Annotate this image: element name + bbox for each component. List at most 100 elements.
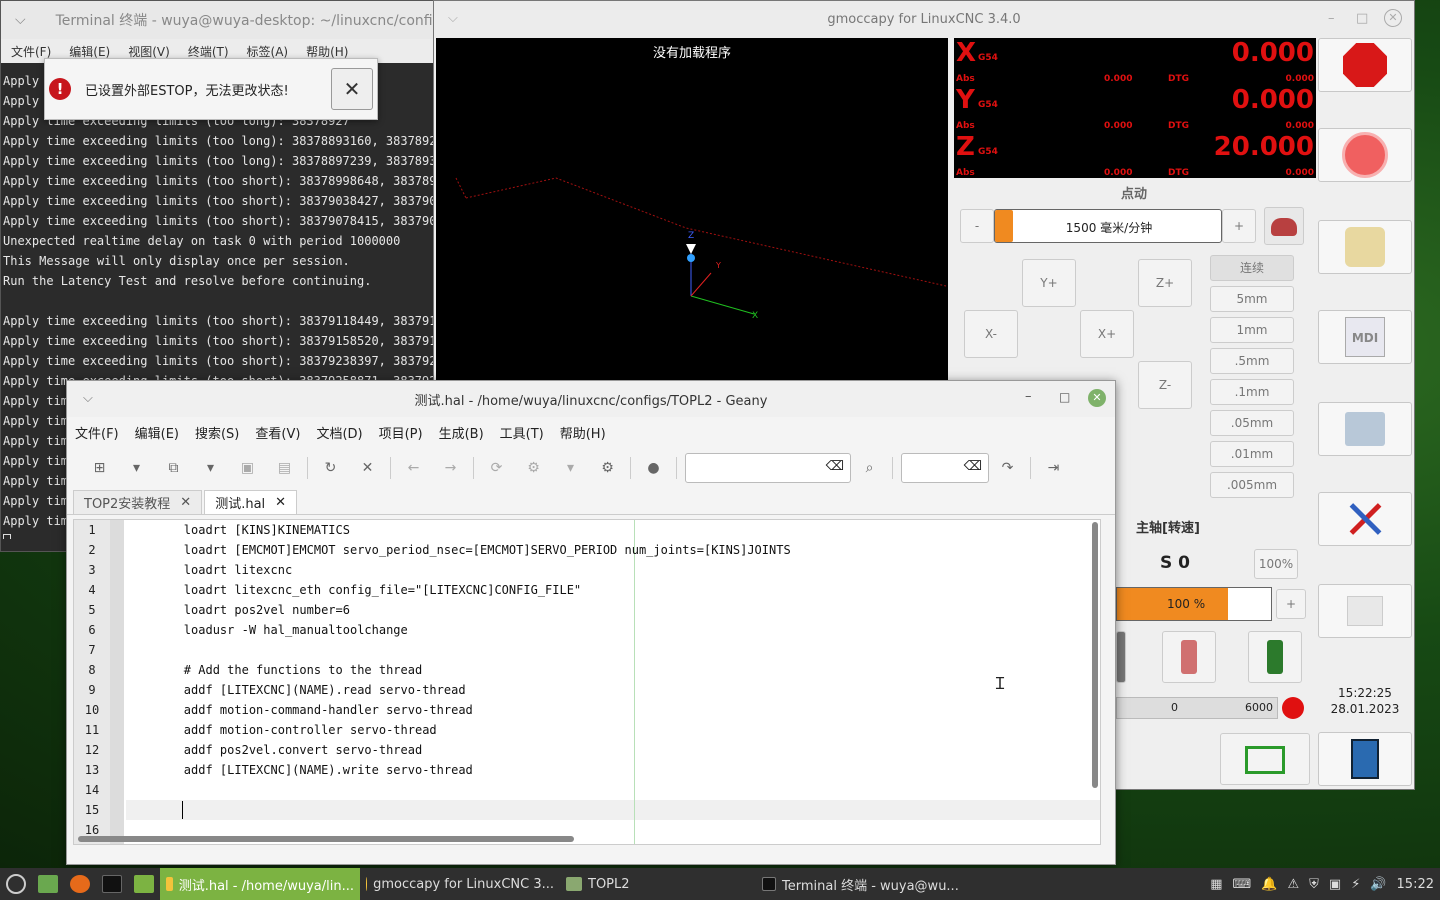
jog-speed-minus-button[interactable]: -	[960, 209, 994, 243]
jog-speed-slider[interactable]: 1500 毫米/分钟	[994, 209, 1222, 243]
chevron-down-icon[interactable]: ▾	[552, 460, 589, 476]
geany-menu-item[interactable]: 帮助(H)	[560, 423, 606, 442]
taskbar-clock[interactable]: 15:22	[1397, 877, 1434, 892]
run-icon[interactable]: ⚙	[589, 460, 626, 476]
compile-icon[interactable]: ⟳	[478, 460, 515, 476]
geany-menu-item[interactable]: 文档(D)	[316, 423, 362, 442]
dro-row-x[interactable]: X G54 0.000 Abs 0.000 DTG 0.000	[954, 38, 1316, 84]
clear-line-icon[interactable]: ⌫	[964, 459, 982, 474]
geany-menu-item[interactable]: 搜索(S)	[195, 423, 239, 442]
close-icon[interactable]: ✕	[1384, 9, 1402, 27]
code-line[interactable]: addf pos2vel.convert servo-thread	[126, 740, 791, 760]
terminal-titlebar[interactable]: ⌵ Terminal 终端 - wuya@wuya-desktop: ~/lin…	[1, 1, 435, 39]
close-icon[interactable]: ✕	[275, 495, 286, 510]
toolpath-preview[interactable]: 没有加载程序 Z X Y	[436, 38, 948, 384]
manual-mode-button[interactable]	[1318, 220, 1412, 274]
taskbar-item-gmoccapy[interactable]: gmoccapy for LinuxCNC 3...	[360, 868, 560, 900]
spindle-stop-button[interactable]	[1162, 631, 1216, 683]
dro-row-z[interactable]: Z G54 20.000 Abs 0.000 DTG 0.000	[954, 132, 1316, 178]
quit-icon[interactable]: ⇥	[1035, 460, 1072, 476]
terminal-menu-item[interactable]: 视图(V)	[128, 43, 170, 60]
spindle-ccw-button[interactable]	[1116, 631, 1126, 683]
increment-0-5mm[interactable]: .5mm	[1210, 348, 1294, 374]
close-file-icon[interactable]: ✕	[349, 460, 386, 476]
geany-menu-item[interactable]: 工具(T)	[500, 423, 544, 442]
code-line[interactable]: loadrt litexcnc	[126, 560, 791, 580]
code-line[interactable]	[126, 640, 791, 660]
chevron-down-icon[interactable]: ⌵	[448, 11, 458, 26]
tab-top2-guide[interactable]: TOP2安装教程 ✕	[73, 490, 203, 514]
spindle-override-plus-button[interactable]: +	[1276, 589, 1306, 619]
geany-menu-item[interactable]: 编辑(E)	[135, 423, 179, 442]
taskbar-item-terminal[interactable]: Terminal 终端 - wuya@wu...	[756, 868, 1006, 900]
chevron-down-icon[interactable]: ⌵	[83, 391, 93, 406]
terminal-menu-item[interactable]: 终端(T)	[188, 43, 229, 60]
geany-window[interactable]: ⌵ 测试.hal - /home/wuya/linuxcnc/configs/T…	[66, 380, 1116, 865]
code-line[interactable]: addf motion-command-handler servo-thread	[126, 700, 791, 720]
firefox-icon[interactable]	[64, 868, 96, 900]
minimize-icon[interactable]: –	[1328, 11, 1335, 26]
open-file-icon[interactable]: ⧉	[155, 460, 192, 476]
code-editor[interactable]: 1 2 3 4 5 6 7 8 9 10 11 12 13 14 15 16 loadrt [KINS]KIN…	[73, 519, 1101, 845]
code-line[interactable]: loadrt litexcnc_eth config_file="[LITEXC…	[126, 580, 791, 600]
save-icon[interactable]: ▣	[229, 460, 266, 476]
increment-5mm[interactable]: 5mm	[1210, 286, 1294, 312]
jog-z-minus-button[interactable]: Z-	[1138, 361, 1192, 409]
taskbar-item-geany[interactable]: 测试.hal - /home/wuya/lin...	[160, 868, 360, 900]
terminal-menu-item[interactable]: 标签(A)	[247, 43, 289, 60]
chevron-down-icon[interactable]: ⌵	[15, 12, 26, 28]
gmoccapy-titlebar[interactable]: ⌵ gmoccapy for LinuxCNC 3.4.0 – □ ✕	[434, 1, 1414, 38]
jog-y-plus-button[interactable]: Y+	[1022, 259, 1076, 307]
show-desktop-icon[interactable]	[32, 868, 64, 900]
increment-0-05mm[interactable]: .05mm	[1210, 410, 1294, 436]
code-line[interactable]: # Add the functions to the thread	[126, 660, 791, 680]
revert-icon[interactable]: ↻	[312, 460, 349, 476]
clipboard-icon[interactable]: ▣	[1329, 877, 1341, 892]
maximize-icon[interactable]: □	[1356, 11, 1368, 26]
files-icon[interactable]	[128, 868, 160, 900]
increment-continuous[interactable]: 连续	[1210, 255, 1294, 281]
geany-menu-item[interactable]: 文件(F)	[75, 423, 119, 442]
keyboard-icon[interactable]: ⌨	[1233, 877, 1252, 892]
new-file-icon[interactable]: ⊞	[81, 460, 118, 476]
search-input[interactable]: ⌫	[685, 453, 851, 483]
terminal-launcher-icon[interactable]	[96, 868, 128, 900]
spindle-cw-button[interactable]	[1248, 631, 1302, 683]
shield-icon[interactable]: ⛨	[1309, 877, 1319, 892]
terminal-menu-item[interactable]: 编辑(E)	[69, 43, 110, 60]
close-button[interactable]: ✕	[331, 68, 373, 110]
user-tabs-button[interactable]	[1318, 584, 1412, 638]
mdi-mode-button[interactable]: MDI	[1318, 310, 1412, 364]
back-arrow-icon[interactable]: ←	[395, 460, 432, 476]
jog-speed-plus-button[interactable]: +	[1222, 209, 1256, 243]
geany-menu-item[interactable]: 查看(V)	[255, 423, 300, 442]
forward-arrow-icon[interactable]: →	[432, 460, 469, 476]
vertical-scrollbar[interactable]	[1092, 522, 1098, 788]
update-manager-icon[interactable]: ⚠	[1287, 877, 1299, 892]
taskbar-item-topl2[interactable]: TOPL2	[560, 868, 756, 900]
code-line[interactable]: loadrt [KINS]KINEMATICS	[126, 520, 791, 540]
jog-x-plus-button[interactable]: X+	[1080, 310, 1134, 358]
machine-power-button[interactable]	[1318, 128, 1412, 182]
goto-line-icon[interactable]: ↷	[989, 460, 1026, 476]
close-icon[interactable]: ✕	[1088, 389, 1106, 407]
maximize-icon[interactable]: □	[1059, 390, 1070, 404]
estop-button[interactable]	[1318, 38, 1412, 92]
geany-menu-item[interactable]: 生成(B)	[439, 423, 484, 442]
code-line[interactable]: loadrt pos2vel number=6	[126, 600, 791, 620]
code-text[interactable]: loadrt [KINS]KINEMATICS loadrt [EMCMOT]E…	[126, 520, 791, 840]
clear-search-icon[interactable]: ⌫	[826, 459, 844, 474]
jog-z-plus-button[interactable]: Z+	[1138, 259, 1192, 307]
close-icon[interactable]: ✕	[180, 495, 191, 510]
tab-test-hal[interactable]: 测试.hal ✕	[204, 490, 298, 514]
search-icon[interactable]: ⌕	[851, 460, 888, 476]
exit-button[interactable]	[1318, 732, 1412, 786]
increment-0-005mm[interactable]: .005mm	[1210, 472, 1294, 498]
chevron-down-icon[interactable]: ▾	[192, 460, 229, 476]
workspace-switcher-icon[interactable]: ▦	[1210, 877, 1222, 892]
code-line[interactable]: loadrt [EMCMOT]EMCMOT servo_period_nsec=…	[126, 540, 791, 560]
dro-row-y[interactable]: Y G54 0.000 Abs 0.000 DTG 0.000	[954, 85, 1316, 131]
save-all-icon[interactable]: ▤	[266, 460, 303, 476]
terminal-menu-item[interactable]: 文件(F)	[11, 43, 51, 60]
terminal-menu-item[interactable]: 帮助(H)	[306, 43, 348, 60]
